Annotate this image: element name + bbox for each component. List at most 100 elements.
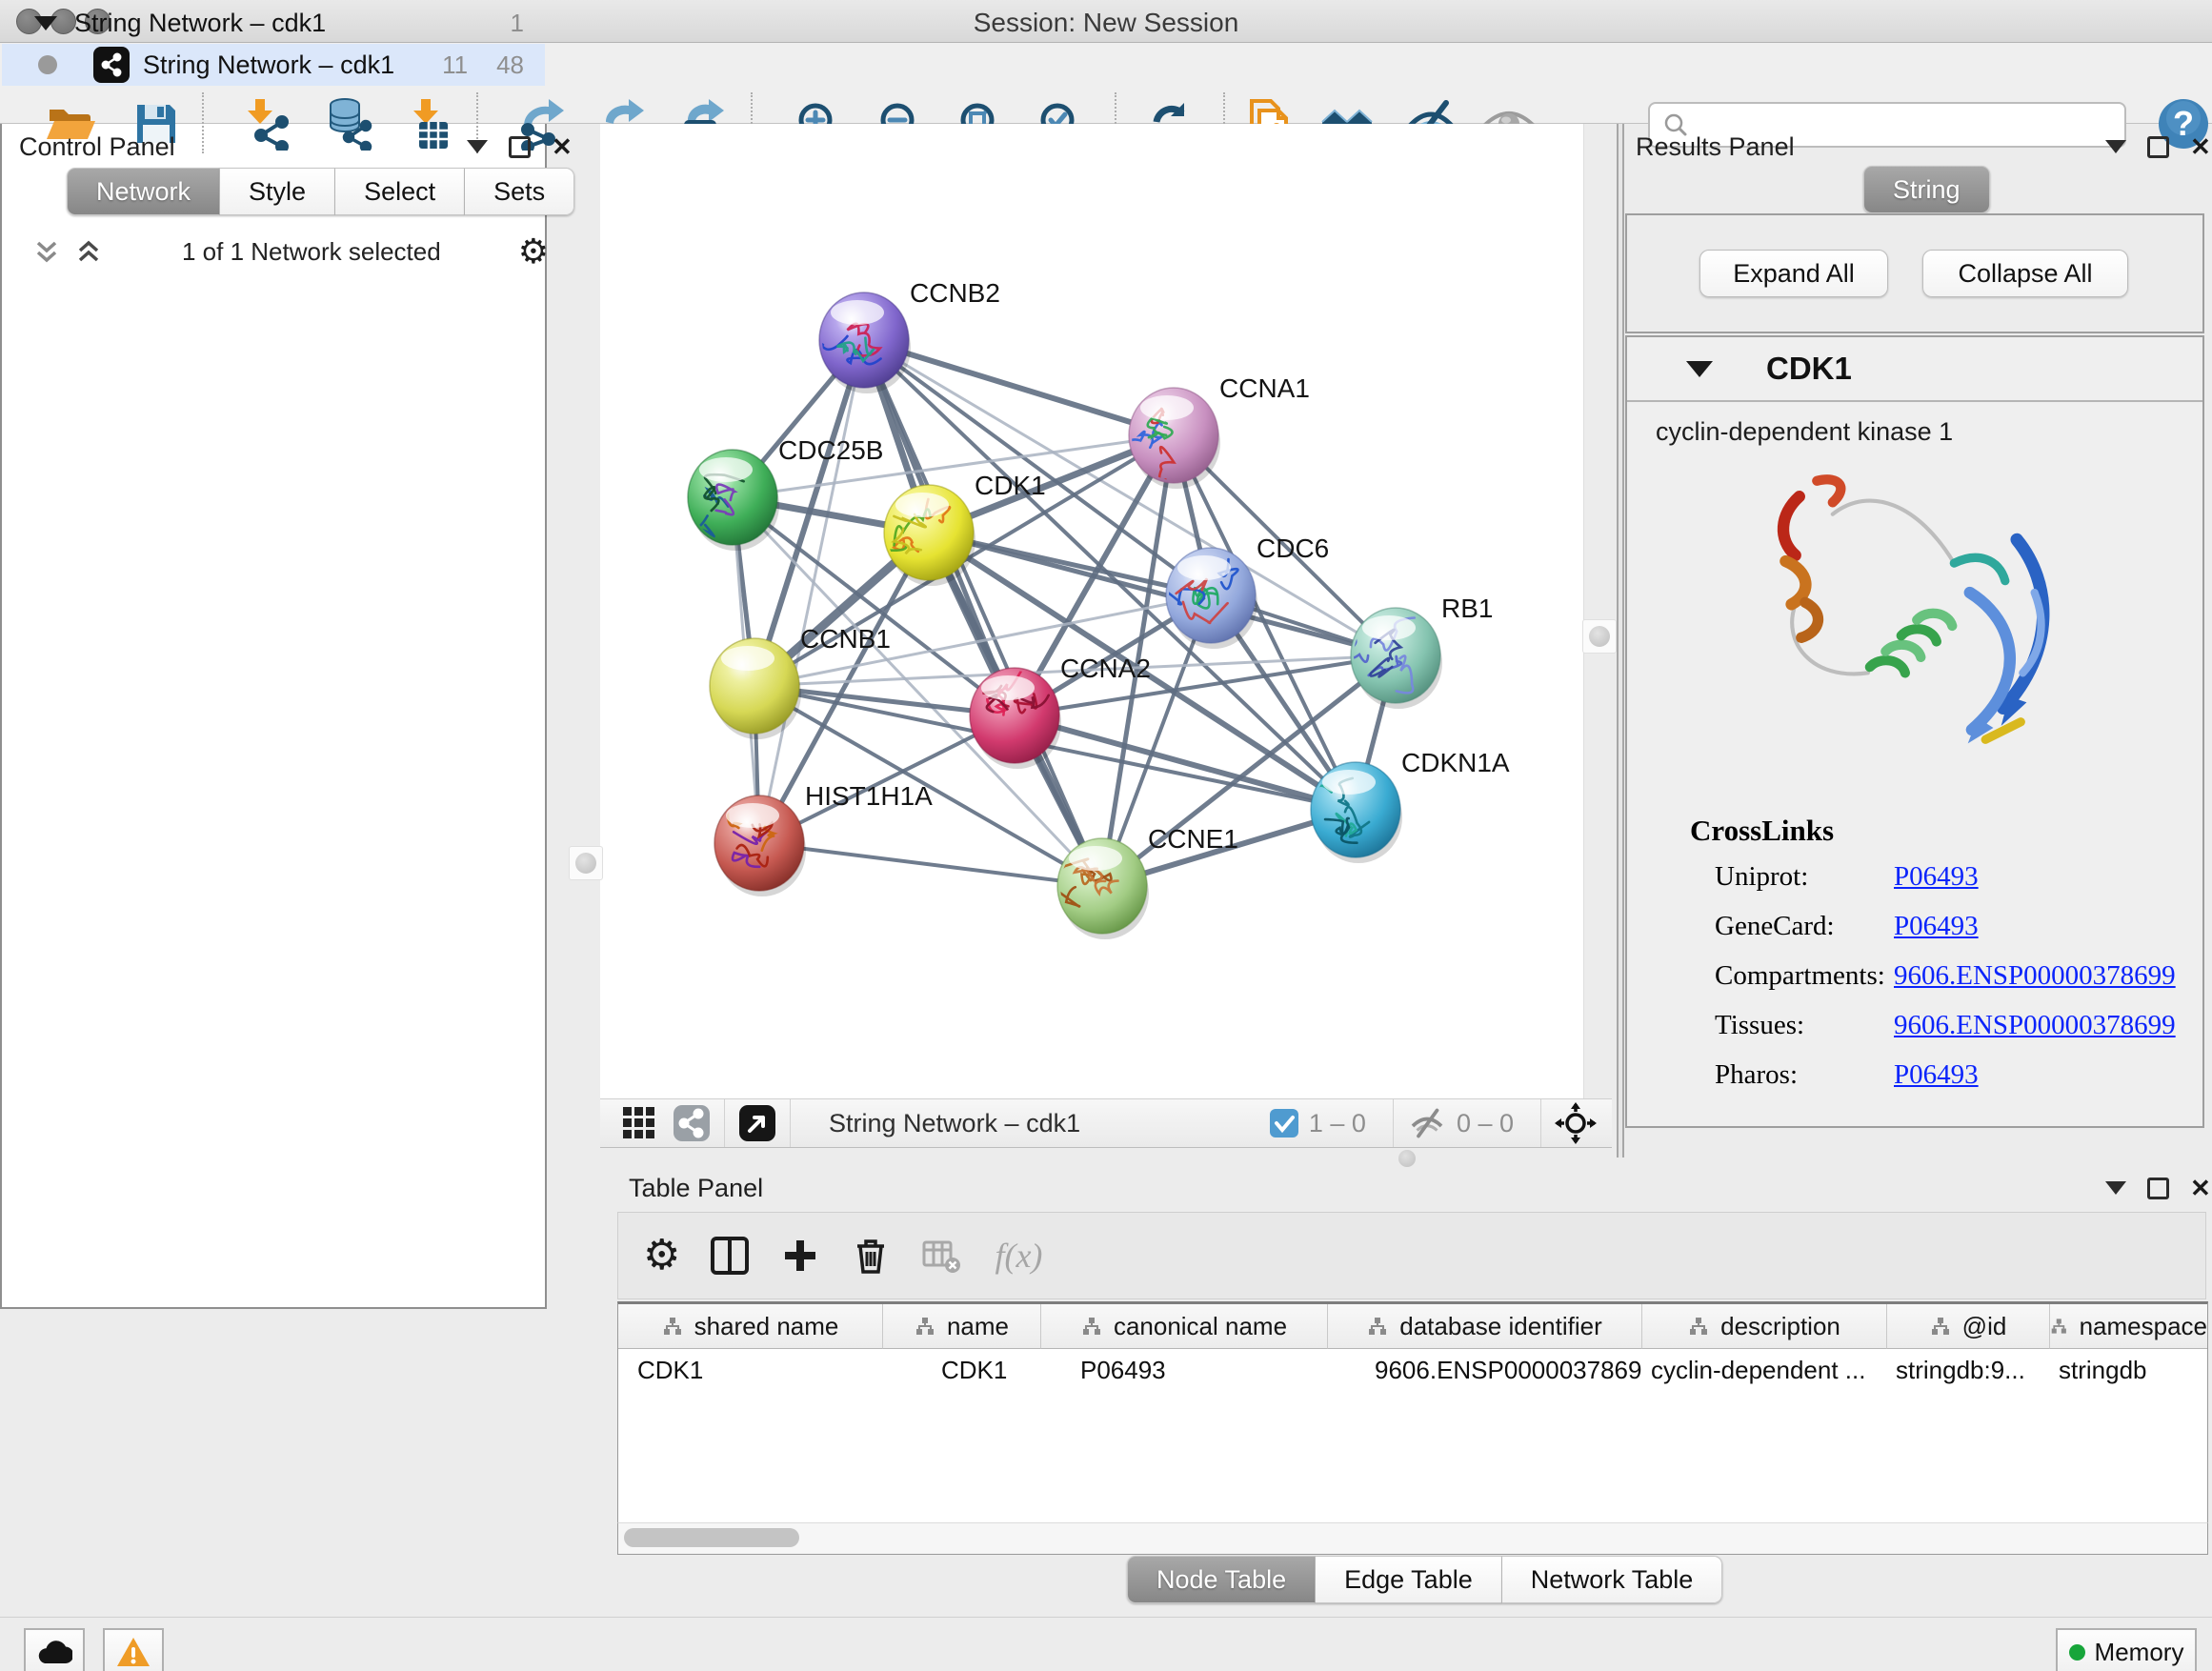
network-view-title: String Network – cdk1 (829, 1109, 1269, 1138)
add-column-icon[interactable] (779, 1235, 821, 1277)
cloud-status-button[interactable] (24, 1628, 85, 1671)
node-label: CDKN1A (1401, 748, 1510, 777)
import-network-file-icon[interactable] (240, 97, 293, 151)
network-node-hist1h1a[interactable]: HIST1H1A (714, 781, 933, 896)
panel-collapse-icon[interactable] (2105, 140, 2126, 153)
network-view-canvas[interactable]: CCNB2CCNA1CDC25BCDK1CDC6RB1CCNB1CCNA2CDK… (600, 124, 1583, 1098)
tab-network-table[interactable]: Network Table (1502, 1556, 1723, 1603)
table-cell[interactable]: cyclin-dependent ... (1641, 1349, 1886, 1391)
crosslink-link[interactable]: 9606.ENSP00000378699 (1894, 1010, 2176, 1041)
warning-icon (116, 1637, 151, 1667)
bottom-splitter-handle[interactable] (1398, 1150, 1416, 1167)
selected-checkbox-icon[interactable] (1269, 1108, 1299, 1138)
crosslink-link[interactable]: P06493 (1894, 1059, 1979, 1091)
protein-collapse-caret[interactable] (1686, 361, 1713, 377)
network-collection-row[interactable]: String Network – cdk1 1 (2, 2, 545, 44)
collection-expand-caret[interactable] (34, 16, 57, 30)
delete-trash-icon[interactable] (850, 1235, 892, 1277)
tab-style[interactable]: Style (220, 168, 335, 215)
panel-float-icon[interactable] (2147, 136, 2169, 158)
results-panel-window-icons: ✕ (2105, 134, 2211, 159)
tab-select[interactable]: Select (335, 168, 465, 215)
expand-all-icon[interactable] (72, 235, 105, 268)
status-bar: Memory (0, 1617, 2212, 1671)
panel-collapse-icon[interactable] (467, 140, 488, 153)
table-row[interactable]: CDK1 CDK1 P06493 9606.ENSP00000378699 cy… (618, 1349, 2207, 1391)
left-splitter-handle[interactable] (569, 846, 603, 880)
network-edge[interactable] (759, 843, 1102, 886)
collection-label: String Network – cdk1 (74, 9, 511, 38)
table-cell[interactable]: CDK1 (618, 1349, 882, 1391)
crosslink-link[interactable]: 9606.ENSP00000378699 (1894, 960, 2176, 992)
column-header[interactable]: description (1641, 1304, 1886, 1349)
results-panel-divider[interactable] (1617, 124, 1624, 1158)
column-header[interactable]: canonical name (1040, 1304, 1327, 1349)
table-horizontal-scrollbar[interactable] (617, 1522, 2208, 1555)
crosslink-row: GeneCard: P06493 (1690, 911, 2176, 960)
panel-float-icon[interactable] (2147, 1178, 2169, 1199)
grid-view-icon[interactable] (621, 1105, 657, 1141)
string-style-icon[interactable] (673, 1104, 711, 1142)
tab-string[interactable]: String (1863, 166, 1990, 213)
network-selection-status: 1 of 1 Network selected (105, 237, 518, 267)
crosslink-label: Pharos: (1715, 1059, 1894, 1091)
crosslink-link[interactable]: P06493 (1894, 911, 1979, 942)
import-table-icon[interactable] (404, 97, 457, 151)
tab-network[interactable]: Network (67, 168, 220, 215)
node-table: shared name name canonical name database… (617, 1301, 2208, 1525)
table-settings-gear-icon[interactable]: ⚙ (643, 1235, 680, 1277)
network-edge[interactable] (864, 340, 1174, 435)
panel-close-icon[interactable]: ✕ (552, 134, 573, 159)
table-cell[interactable]: stringdb (2049, 1349, 2207, 1391)
table-panel-window-icons: ✕ (2105, 1176, 2211, 1200)
table-cell[interactable]: stringdb:9... (1886, 1349, 2049, 1391)
column-header[interactable]: @id (1886, 1304, 2049, 1349)
column-header[interactable]: name (882, 1304, 1040, 1349)
network-row-selected[interactable]: String Network – cdk1 11 48 (2, 44, 545, 86)
protein-name: CDK1 (1766, 351, 1852, 387)
warnings-button[interactable] (103, 1628, 164, 1671)
crosslink-link[interactable]: P06493 (1894, 861, 1979, 893)
tab-edge-table[interactable]: Edge Table (1316, 1556, 1502, 1603)
fit-content-crosshair-icon[interactable] (1555, 1102, 1597, 1144)
birds-eye-view-icon[interactable] (738, 1104, 776, 1142)
toolbar-separator (1393, 1099, 1394, 1147)
crosslink-label: Compartments: (1715, 960, 1894, 992)
column-header[interactable]: database identifier (1327, 1304, 1641, 1349)
expand-all-button[interactable]: Expand All (1699, 250, 1888, 297)
protein-card-header[interactable]: CDK1 (1627, 337, 2202, 402)
panel-close-icon[interactable]: ✕ (2190, 134, 2211, 159)
column-header[interactable]: shared name (618, 1304, 882, 1349)
table-cell[interactable]: P06493 (1040, 1349, 1327, 1391)
collapse-all-icon[interactable] (30, 235, 63, 268)
table-header-row: shared name name canonical name database… (618, 1304, 2207, 1349)
panel-close-icon[interactable]: ✕ (2190, 1176, 2211, 1200)
right-splitter-handle[interactable] (1582, 619, 1617, 654)
network-edge[interactable] (759, 340, 864, 843)
node-label: CDC6 (1257, 534, 1329, 563)
panel-float-icon[interactable] (509, 136, 531, 158)
node-label: CCNA1 (1219, 373, 1310, 403)
panel-collapse-icon[interactable] (2105, 1181, 2126, 1195)
hidden-items-eye-icon[interactable] (1407, 1103, 1447, 1143)
toolbar-separator (790, 1099, 791, 1147)
show-columns-icon[interactable] (709, 1235, 751, 1277)
table-cell[interactable]: 9606.ENSP00000378699 (1327, 1349, 1641, 1391)
tab-node-table[interactable]: Node Table (1127, 1556, 1316, 1603)
collapse-all-button[interactable]: Collapse All (1922, 250, 2128, 297)
gear-icon[interactable]: ⚙ (518, 232, 549, 272)
memory-button[interactable]: Memory (2056, 1628, 2197, 1671)
scrollbar-thumb[interactable] (624, 1528, 799, 1547)
network-node-ccna1[interactable]: CCNA1 (1128, 373, 1310, 489)
results-panel-title: Results Panel (1636, 132, 1795, 162)
node-label: HIST1H1A (805, 781, 933, 811)
network-node-rb1[interactable]: RB1 (1340, 594, 1494, 709)
table-cell[interactable]: CDK1 (882, 1349, 1040, 1391)
column-header[interactable]: namespace (2049, 1304, 2207, 1349)
network-node-cdc25b[interactable]: CDC25B (688, 435, 884, 551)
import-network-database-icon[interactable] (322, 97, 375, 151)
network-label: String Network – cdk1 (143, 50, 442, 80)
toolbar-separator (724, 1099, 725, 1147)
string-network-icon (93, 47, 130, 83)
tab-sets[interactable]: Sets (465, 168, 574, 215)
